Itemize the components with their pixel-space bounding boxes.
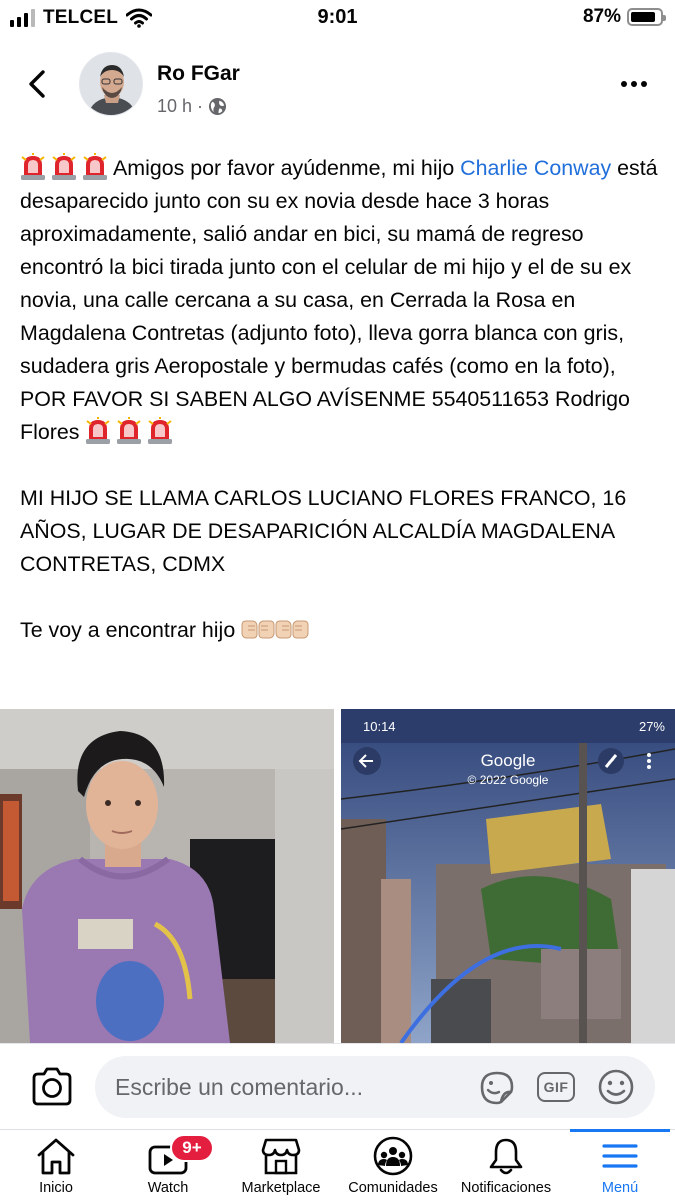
gif-button[interactable]: GIF: [536, 1068, 576, 1106]
streetview-copyright: © 2022 Google: [467, 773, 549, 787]
post-paragraph-2: MI HIJO SE LLAMA CARLOS LUCIANO FLORES F…: [20, 486, 627, 576]
nav-label: Comunidades: [348, 1180, 438, 1196]
nav-item-home[interactable]: Inicio: [16, 1130, 96, 1200]
post-time[interactable]: 10 h: [157, 96, 192, 117]
comment-input[interactable]: Escribe un comentario... GIF: [95, 1056, 655, 1118]
meta-separator: ·: [197, 96, 204, 116]
sticker-button[interactable]: [477, 1068, 517, 1106]
fist-bump-emoji: [275, 620, 309, 639]
nav-label: Menú: [601, 1180, 639, 1196]
post-header: Ro FGar 10 h ·: [0, 44, 675, 124]
streetview-status-bar: 10:14 27%: [341, 709, 675, 743]
groups-icon: [373, 1136, 413, 1176]
active-tab-indicator: [570, 1129, 670, 1132]
chevron-left-icon: [29, 70, 45, 98]
author-avatar[interactable]: [79, 52, 143, 116]
police-light-emoji: [117, 417, 142, 444]
post-paragraph-3: Te voy a encontrar hijo: [20, 614, 665, 647]
person-photo-image: [0, 709, 334, 1043]
battery-icon: [627, 8, 666, 26]
nav-item-menu[interactable]: Menú: [570, 1129, 670, 1200]
bell-icon: [489, 1138, 523, 1175]
nav-item-marketplace[interactable]: Marketplace: [232, 1130, 330, 1200]
police-light-emoji: [52, 153, 76, 180]
home-icon: [37, 1138, 75, 1175]
nav-label: Inicio: [39, 1180, 73, 1196]
streetview-title: Google: [480, 751, 536, 770]
fist-bump-emoji: [241, 620, 275, 639]
nav-label: Watch: [147, 1180, 189, 1196]
emoji-button[interactable]: [596, 1068, 636, 1106]
streetview-status-time: 10:14: [363, 719, 396, 734]
globe-icon: [208, 97, 227, 116]
photo-streetview[interactable]: 10:14 27% Google © 2022 Google: [341, 709, 675, 1043]
more-dot: [641, 81, 647, 87]
gif-label: GIF: [537, 1072, 575, 1102]
post-paragraph-1: Amigos por favor ayúdenme, mi hijo Charl…: [20, 152, 665, 449]
watch-badge: 9+: [170, 1134, 214, 1162]
nav-label: Notificaciones: [460, 1180, 552, 1196]
nav-label: Marketplace: [241, 1180, 321, 1196]
police-light-emoji: [86, 417, 111, 444]
paragraph-text: está desaparecido junto con su ex novia …: [20, 156, 658, 444]
police-light-emoji: [21, 153, 45, 180]
bottom-nav: Inicio 9+ Watch Marketplace Comunidades: [0, 1129, 675, 1200]
streetview-status-battery: 27%: [638, 719, 665, 734]
more-dot: [631, 81, 637, 87]
photo-person[interactable]: [0, 709, 334, 1043]
police-light-emoji: [83, 153, 107, 180]
nav-item-notifications[interactable]: Notificaciones: [452, 1130, 560, 1200]
more-options-button[interactable]: [619, 70, 649, 98]
camera-icon: [32, 1067, 72, 1106]
police-light-emoji: [148, 417, 173, 444]
comment-bar: Escribe un comentario... GIF: [0, 1043, 675, 1129]
marketplace-shop-icon: [261, 1138, 301, 1175]
back-button[interactable]: [22, 66, 52, 102]
status-right: 87%: [582, 6, 666, 28]
more-dot: [621, 81, 627, 87]
sticker-icon: [480, 1071, 514, 1105]
battery-fill: [631, 12, 656, 22]
post-photos: 10:14 27% Google © 2022 Google: [0, 709, 675, 1043]
camera-button[interactable]: [30, 1066, 74, 1108]
nav-item-watch[interactable]: 9+ Watch: [128, 1130, 214, 1200]
clock: 9:01: [317, 6, 358, 28]
battery-percent: 87%: [582, 6, 621, 27]
status-bar: TELCEL 9:01 87%: [0, 0, 675, 36]
mention-link[interactable]: Charlie Conway: [460, 156, 611, 180]
author-name[interactable]: Ro FGar: [157, 62, 240, 86]
post-text: Amigos por favor ayúdenme, mi hijo Charl…: [20, 152, 665, 647]
avatar-photo: [80, 53, 142, 115]
hamburger-menu-icon: [602, 1144, 638, 1168]
paragraph-text: Te voy a encontrar hijo: [20, 618, 236, 642]
nav-item-groups[interactable]: Comunidades: [340, 1130, 446, 1200]
paragraph-text: Amigos por favor ayúdenme, mi hijo: [113, 156, 461, 180]
smiley-icon: [598, 1069, 634, 1105]
comment-placeholder: Escribe un comentario...: [115, 1074, 364, 1100]
post-meta: 10 h ·: [157, 96, 227, 117]
